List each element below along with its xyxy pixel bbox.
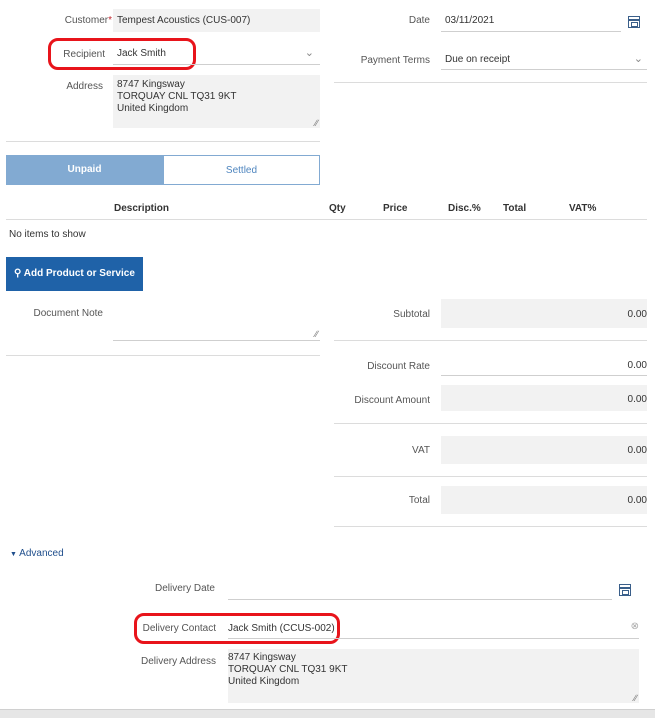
address-text: 8747 Kingsway TORQUAY CNL TQ31 9KT Unite… — [117, 79, 236, 115]
chevron-down-icon[interactable]: ⌄ — [305, 46, 314, 59]
advanced-toggle[interactable]: ▼ Advanced — [10, 548, 64, 559]
delivery-contact-value: Jack Smith (CCUS-002) — [228, 623, 335, 634]
search-icon: ⚲ — [14, 268, 22, 279]
recipient-select[interactable]: Jack Smith ⌄ — [113, 42, 320, 65]
resize-handle-icon[interactable]: ∕∕ — [634, 693, 637, 703]
total-label: Total — [408, 495, 430, 506]
delivery-contact-select[interactable]: Jack Smith (CCUS-002) ⊗ — [228, 616, 639, 639]
empty-table-text: No items to show — [9, 229, 86, 240]
address-line: 8747 Kingsway — [117, 79, 185, 90]
payment-terms-label: Payment Terms — [360, 55, 430, 66]
total-field: 0.00 — [441, 486, 647, 514]
caret-down-icon: ▼ — [10, 551, 17, 558]
document-note-field[interactable]: ∕∕ — [113, 302, 320, 341]
column-header-qty[interactable]: Qty — [329, 203, 346, 214]
address-line: TORQUAY CNL TQ31 9KT — [117, 91, 237, 102]
vat-field: 0.00 — [441, 436, 647, 464]
customer-value: Tempest Acoustics (CUS-007) — [117, 15, 251, 26]
address-field[interactable]: 8747 Kingsway TORQUAY CNL TQ31 9KT Unite… — [113, 75, 320, 128]
discount-amount-field: 0.00 — [441, 385, 647, 411]
address-label: Address — [66, 81, 103, 92]
clear-icon[interactable]: ⊗ — [631, 621, 639, 632]
customer-field[interactable]: Tempest Acoustics (CUS-007) — [113, 9, 320, 32]
discount-amount-value: 0.00 — [627, 394, 647, 405]
divider — [334, 82, 647, 83]
column-header-disc[interactable]: Disc.% — [448, 203, 481, 214]
subtotal-value: 0.00 — [627, 309, 647, 320]
calendar-icon[interactable] — [628, 16, 640, 28]
divider — [6, 355, 320, 356]
payment-terms-select[interactable]: Due on receipt ⌄ — [441, 47, 647, 70]
discount-rate-value: 0.00 — [627, 360, 647, 371]
add-product-label: Add Product or Service — [23, 268, 135, 279]
customer-label: Customer* — [64, 15, 112, 26]
date-field[interactable]: 03/11/2021 — [441, 9, 621, 32]
subtotal-label: Subtotal — [393, 309, 430, 320]
divider — [6, 141, 320, 142]
column-header-description[interactable]: Description — [114, 203, 169, 214]
calendar-icon[interactable] — [619, 584, 631, 596]
delivery-contact-label: Delivery Contact — [142, 623, 216, 634]
vat-value: 0.00 — [627, 445, 647, 456]
resize-handle-icon[interactable]: ∕∕ — [315, 329, 318, 339]
payment-terms-value: Due on receipt — [445, 54, 511, 65]
divider — [334, 526, 647, 527]
delivery-address-field[interactable]: 8747 Kingsway TORQUAY CNL TQ31 9KT Unite… — [228, 649, 639, 703]
chevron-down-icon[interactable]: ⌄ — [634, 52, 643, 65]
advanced-label: Advanced — [19, 548, 64, 559]
divider — [334, 423, 647, 424]
delivery-date-field[interactable] — [228, 577, 612, 600]
divider — [6, 219, 647, 220]
column-header-price[interactable]: Price — [383, 203, 407, 214]
delivery-address-text: 8747 Kingsway TORQUAY CNL TQ31 9KT Unite… — [228, 652, 347, 688]
resize-handle-icon[interactable]: ∕∕ — [315, 118, 318, 128]
subtotal-field: 0.00 — [441, 299, 647, 328]
delivery-address-label: Delivery Address — [140, 656, 216, 667]
address-line: United Kingdom — [117, 103, 189, 114]
address-line: TORQUAY CNL TQ31 9KT — [228, 664, 348, 675]
recipient-value: Jack Smith — [117, 48, 166, 59]
column-header-vat[interactable]: VAT% — [569, 203, 596, 214]
discount-rate-label: Discount Rate — [367, 361, 430, 372]
vat-label: VAT — [412, 445, 430, 456]
document-note-label: Document Note — [33, 308, 103, 319]
divider — [334, 340, 647, 341]
required-mark: * — [108, 15, 112, 26]
divider — [334, 476, 647, 477]
discount-amount-label: Discount Amount — [354, 395, 430, 406]
tab-unpaid[interactable]: Unpaid — [6, 155, 163, 185]
total-value: 0.00 — [627, 495, 647, 506]
address-line: United Kingdom — [228, 676, 300, 687]
date-label: Date — [408, 15, 430, 26]
recipient-label: Recipient — [63, 49, 105, 60]
date-value: 03/11/2021 — [445, 15, 495, 26]
add-product-button[interactable]: ⚲ Add Product or Service — [6, 257, 143, 291]
column-header-total[interactable]: Total — [503, 203, 526, 214]
delivery-date-label: Delivery Date — [154, 583, 215, 594]
discount-rate-field[interactable]: 0.00 — [441, 353, 647, 376]
tab-settled[interactable]: Settled — [163, 155, 320, 185]
address-line: 8747 Kingsway — [228, 652, 296, 663]
